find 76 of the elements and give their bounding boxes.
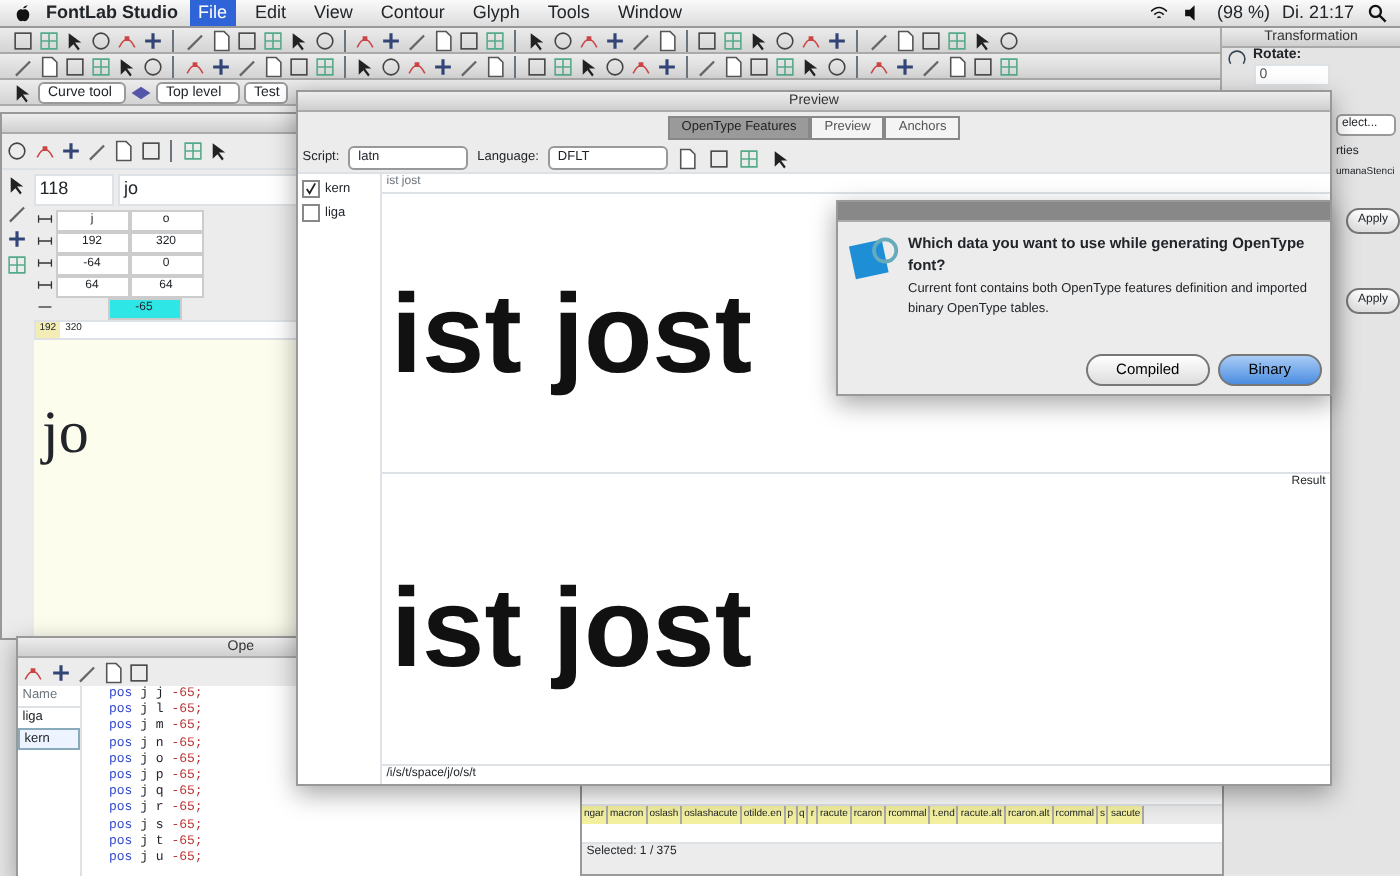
pointer-icon[interactable] xyxy=(354,55,376,77)
square-icon[interactable] xyxy=(707,147,730,170)
circle-icon[interactable] xyxy=(6,140,29,162)
pointer-icon[interactable] xyxy=(207,140,230,162)
circle-icon[interactable] xyxy=(997,29,1019,51)
pointer-icon[interactable] xyxy=(577,55,599,77)
text-field[interactable]: jo xyxy=(117,174,298,206)
square-icon[interactable] xyxy=(458,29,480,51)
metric-icon xyxy=(33,254,55,272)
cross-icon[interactable] xyxy=(432,55,454,77)
battery-text: (98 %) xyxy=(1216,0,1270,26)
menu-item[interactable]: Edit xyxy=(247,0,295,27)
clock[interactable]: Di. 21:17 xyxy=(1281,0,1354,27)
page-icon[interactable] xyxy=(676,147,699,170)
pointer-icon[interactable] xyxy=(525,29,547,51)
pointer-icon[interactable] xyxy=(12,81,34,103)
cross-icon[interactable] xyxy=(826,29,848,51)
menu-item[interactable]: Window xyxy=(609,0,690,27)
wifi-icon[interactable] xyxy=(1148,2,1171,24)
pointer-icon[interactable] xyxy=(116,55,138,77)
square-icon[interactable] xyxy=(64,55,86,77)
square-icon[interactable] xyxy=(525,55,547,77)
cross-icon[interactable] xyxy=(209,55,231,77)
cross-icon[interactable] xyxy=(142,29,164,51)
pointer-icon[interactable] xyxy=(287,29,309,51)
menu-item[interactable]: Tools xyxy=(539,0,598,27)
circle-icon[interactable] xyxy=(551,29,573,51)
metric-icon xyxy=(33,232,55,250)
circle-icon[interactable] xyxy=(603,55,625,77)
menu-item[interactable]: View xyxy=(306,0,361,27)
menu-item[interactable]: Contour xyxy=(372,0,453,27)
square-icon[interactable] xyxy=(971,55,993,77)
pointer-icon[interactable] xyxy=(971,29,993,51)
glyph-sample: jo xyxy=(42,397,89,469)
search-icon[interactable] xyxy=(1366,2,1388,24)
curve-icon[interactable] xyxy=(33,140,55,162)
metric-icon xyxy=(33,210,55,228)
square-icon[interactable] xyxy=(235,29,257,51)
pointer-icon[interactable] xyxy=(769,147,792,170)
pointer-icon[interactable] xyxy=(800,55,822,77)
pointer-icon[interactable] xyxy=(64,29,86,51)
metric-icon xyxy=(33,276,55,294)
cross-icon[interactable] xyxy=(655,55,677,77)
circle-icon[interactable] xyxy=(774,29,796,51)
circle-icon[interactable] xyxy=(90,29,112,51)
square-icon[interactable] xyxy=(287,55,309,77)
size-field[interactable]: 118 xyxy=(33,174,113,206)
square-icon[interactable] xyxy=(748,55,770,77)
pointer-icon[interactable] xyxy=(748,29,770,51)
pen-icon[interactable] xyxy=(6,201,29,223)
square-icon[interactable] xyxy=(128,661,151,683)
circle-icon[interactable] xyxy=(826,55,848,77)
circle-icon[interactable] xyxy=(380,55,402,77)
page-icon[interactable] xyxy=(112,140,135,162)
cross-icon[interactable] xyxy=(893,55,915,77)
square-icon[interactable] xyxy=(696,29,718,51)
cross-icon[interactable] xyxy=(49,661,71,683)
checkbox[interactable] xyxy=(302,179,321,198)
checkbox[interactable] xyxy=(302,203,321,222)
cross-icon[interactable] xyxy=(603,29,625,51)
square-icon[interactable] xyxy=(139,140,161,162)
apple-icon[interactable] xyxy=(12,2,34,24)
circle-icon[interactable] xyxy=(142,55,164,77)
layers-icon[interactable] xyxy=(130,81,152,103)
pen-icon[interactable] xyxy=(86,140,108,162)
menu-item[interactable]: Glyph xyxy=(464,0,528,27)
square-icon[interactable] xyxy=(919,29,941,51)
square-icon[interactable] xyxy=(12,29,34,51)
cross-icon[interactable] xyxy=(59,140,82,162)
app-name[interactable]: FontLab Studio xyxy=(46,0,178,27)
cross-icon[interactable] xyxy=(6,227,29,250)
rotate-icon[interactable] xyxy=(1226,48,1249,70)
pointer-icon[interactable] xyxy=(6,174,29,197)
cross-icon[interactable] xyxy=(380,29,402,51)
circle-icon[interactable] xyxy=(313,29,335,51)
menu-item[interactable]: File xyxy=(189,0,235,27)
